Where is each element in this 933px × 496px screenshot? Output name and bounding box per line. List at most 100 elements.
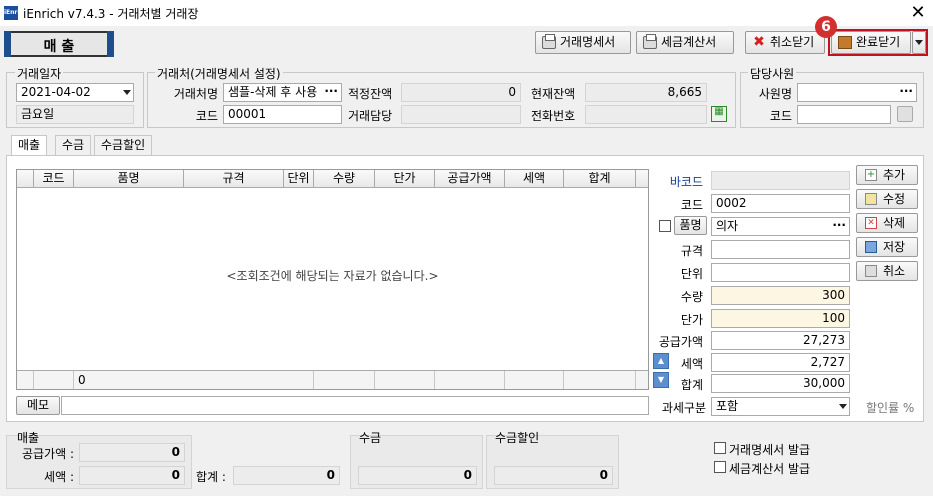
statement-button[interactable]: 거래명세서	[535, 31, 631, 54]
delete-button-label: 삭제	[883, 216, 906, 230]
summary-total-value: 0	[233, 466, 340, 485]
tab-collection[interactable]: 수금	[55, 135, 92, 156]
collection-summary-title: 수금	[359, 431, 382, 445]
tax-type-select[interactable]: 포함	[711, 397, 850, 416]
tax-type-label: 과세구분	[661, 401, 706, 415]
unit-field[interactable]	[711, 263, 850, 282]
tab-collection-discount[interactable]: 수금할인	[94, 135, 153, 156]
tax-field[interactable]: 2,727	[711, 353, 850, 372]
edit-button[interactable]: 수정	[856, 189, 918, 209]
footer-cell	[314, 371, 375, 389]
cancel-button[interactable]: 취소	[856, 261, 918, 281]
statement-issue-checkbox[interactable]	[714, 442, 726, 454]
supply-field[interactable]: 27,273	[711, 331, 850, 350]
close-icon[interactable]: ✕	[906, 2, 930, 24]
phone-field	[585, 105, 707, 124]
sales-grid[interactable]: 코드 품명 규격 단위 수량 단가 공급가액 세액 합계 <조회조건에 해당되는…	[16, 169, 649, 390]
save-button[interactable]: 저장	[856, 237, 918, 257]
client-name-label: 거래처명	[173, 87, 218, 101]
col-price[interactable]: 단가	[375, 170, 435, 188]
staff-group-title: 담당사원	[748, 65, 797, 82]
tax-invoice-issue-checkbox[interactable]	[714, 461, 726, 473]
memo-button[interactable]: 메모	[16, 396, 60, 415]
trade-date-select[interactable]: 2021-04-02	[16, 83, 134, 102]
barcode-field	[711, 171, 850, 190]
chevron-down-icon	[915, 40, 923, 45]
spec-label: 규격	[680, 244, 703, 258]
summary-supply-value: 0	[79, 443, 185, 462]
col-spec[interactable]: 규격	[184, 170, 284, 188]
col-code[interactable]: 코드	[34, 170, 74, 188]
price-field[interactable]: 100	[711, 309, 850, 328]
tax-invoice-button[interactable]: 세금계산서	[636, 31, 734, 54]
tax-type-value: 포함	[716, 399, 739, 413]
contact-field	[401, 105, 521, 124]
printer-icon	[643, 34, 657, 49]
col-supply[interactable]: 공급가액	[435, 170, 505, 188]
printer-icon	[542, 34, 556, 49]
item-name-checkbox[interactable]	[659, 220, 671, 232]
database-icon[interactable]	[897, 106, 913, 122]
cancel-close-button[interactable]: ✖ 취소닫기	[745, 31, 825, 54]
more-dots-icon[interactable]: ···	[324, 84, 338, 100]
col-tax[interactable]: 세액	[505, 170, 564, 188]
book-icon	[838, 36, 852, 49]
window-title: iEnrich v7.4.3 - 거래처별 거래장	[23, 7, 199, 21]
cancel-button-label: 취소	[883, 264, 906, 278]
col-unit[interactable]: 단위	[284, 170, 314, 188]
step-badge: 6	[815, 16, 837, 38]
add-icon: +	[865, 169, 877, 181]
item-code-label: 코드	[680, 198, 703, 212]
appropriate-balance-field: 0	[401, 83, 521, 102]
item-name-button[interactable]: 품명	[674, 216, 707, 235]
col-qty[interactable]: 수량	[314, 170, 375, 188]
more-dots-icon[interactable]: ···	[832, 218, 846, 234]
delete-button[interactable]: ✕ 삭제	[856, 213, 918, 233]
contact-label: 거래담당	[348, 109, 393, 123]
footer-cell	[505, 371, 564, 389]
staff-name-label: 사원명	[758, 87, 792, 101]
col-name[interactable]: 품명	[74, 170, 184, 188]
grid-add-icon[interactable]: ▦	[711, 106, 727, 122]
total-field[interactable]: 30,000	[711, 374, 850, 393]
memo-field[interactable]	[61, 396, 649, 415]
chevron-down-icon	[123, 90, 131, 95]
tab-sales[interactable]: 매출	[11, 135, 48, 157]
staff-code-field[interactable]	[797, 105, 891, 124]
qty-field[interactable]: 300	[711, 286, 850, 305]
client-name-field[interactable]: 샘플-삭제 후 사용 ···	[223, 83, 342, 102]
arrow-up-icon[interactable]: ▲	[653, 353, 669, 369]
client-code-field[interactable]: 00001	[223, 105, 342, 124]
arrow-down-icon[interactable]: ▼	[653, 372, 669, 388]
title-bar: iEnrich iEnrich v7.4.3 - 거래처별 거래장 ✕	[0, 0, 933, 26]
statement-button-label: 거래명세서	[560, 35, 616, 49]
footer-cell	[17, 371, 34, 389]
item-code-field[interactable]: 0002	[711, 194, 850, 213]
unit-label: 단위	[680, 267, 703, 281]
client-group-title: 거래처(거래명세서 설정)	[155, 65, 283, 82]
staff-name-field[interactable]: ···	[797, 83, 917, 102]
item-name-field[interactable]: 의자 ···	[711, 217, 850, 236]
col-total[interactable]: 합계	[564, 170, 636, 188]
qty-label: 수량	[680, 290, 703, 304]
cancel-x-icon: ✖	[753, 34, 765, 50]
mode-tab-sales[interactable]: 매 출	[4, 31, 114, 57]
done-close-button[interactable]: 완료닫기	[831, 31, 911, 54]
footer-cell	[564, 371, 636, 389]
spec-field[interactable]	[711, 240, 850, 259]
delete-icon: ✕	[865, 217, 877, 229]
done-close-button-label: 완료닫기	[856, 35, 901, 49]
discount-rate-label: 할인률 %	[866, 401, 915, 415]
empty-message: <조회조건에 해당되는 자료가 없습니다.>	[226, 269, 439, 283]
summary-tax-value: 0	[79, 466, 185, 485]
grid-header: 코드 품명 규격 단위 수량 단가 공급가액 세액 합계	[17, 170, 648, 188]
client-name-value: 샘플-삭제 후 사용	[228, 85, 318, 99]
current-balance-label: 현재잔액	[531, 87, 576, 101]
grid-header-indicator	[17, 170, 34, 188]
more-dots-icon[interactable]: ···	[899, 84, 913, 100]
add-button[interactable]: + 추가	[856, 165, 918, 185]
mode-tab-label: 매 출	[43, 39, 75, 55]
client-code-label: 코드	[195, 109, 218, 123]
statement-issue-label: 거래명세서 발급	[729, 443, 811, 457]
done-close-dropdown[interactable]	[912, 31, 926, 54]
